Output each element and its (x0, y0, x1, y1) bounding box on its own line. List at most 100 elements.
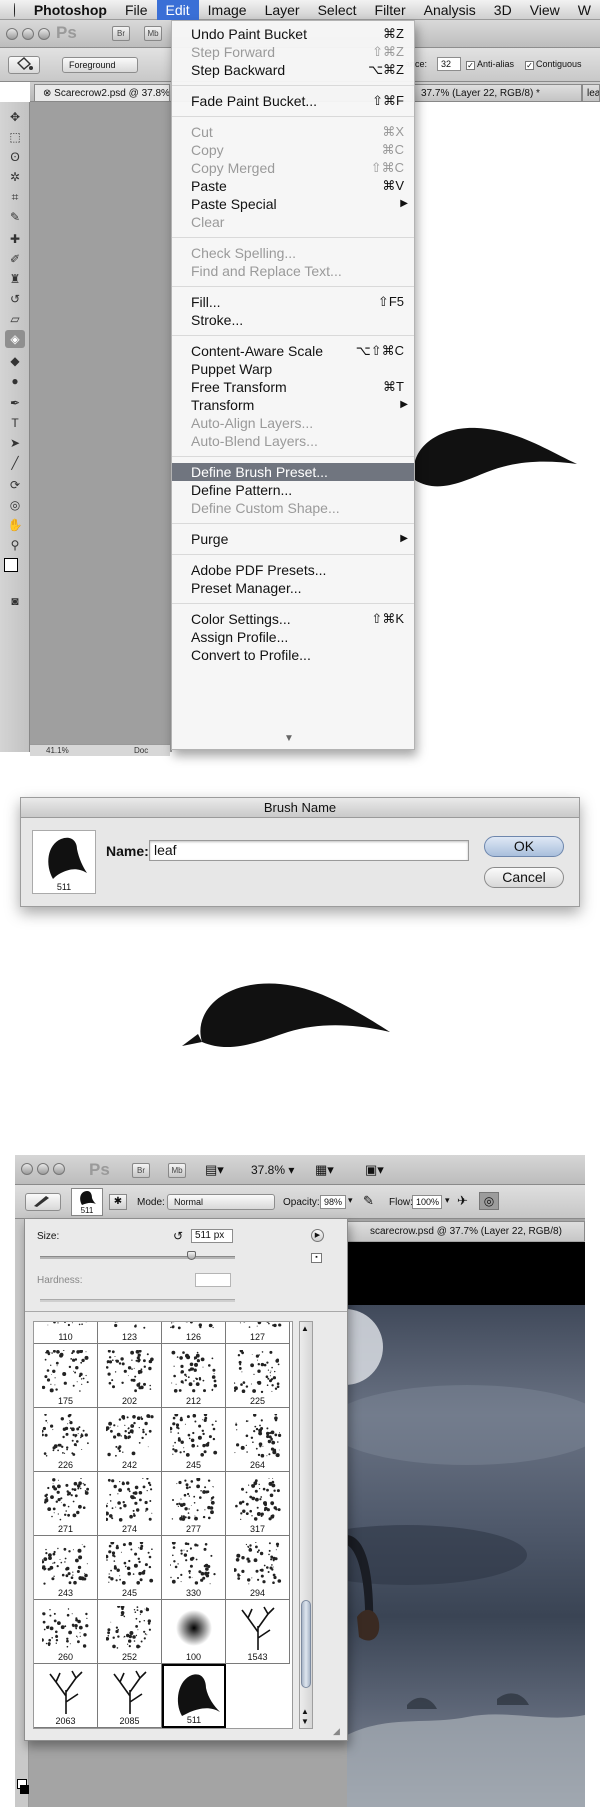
brush-preset-317[interactable]: 317 (226, 1472, 290, 1536)
mini-bridge-button[interactable]: Mb (168, 1163, 186, 1178)
path-select-icon[interactable]: ➤ (5, 434, 25, 452)
hardness-slider[interactable] (40, 1299, 235, 1302)
close-window-button[interactable] (6, 28, 18, 40)
eyedropper-tool-icon[interactable]: ✎ (5, 208, 25, 226)
brush-preset-277[interactable]: 277 (162, 1472, 226, 1536)
flow-dropdown-icon[interactable]: ▾ (445, 1195, 450, 1206)
brush-preset-243[interactable]: 243 (34, 1536, 98, 1600)
scrollbar-thumb[interactable] (301, 1600, 311, 1688)
brush-preset-294[interactable]: 294 (226, 1536, 290, 1600)
ok-button[interactable]: OK (484, 836, 564, 857)
lasso-tool-icon[interactable]: ʘ (5, 148, 25, 166)
3d-orbit-icon[interactable]: ◎ (5, 496, 25, 514)
mini-bridge-button[interactable]: Mb (144, 26, 162, 41)
menu-scroll-down-icon[interactable]: ▼ (284, 733, 294, 744)
menu-file[interactable]: File (116, 0, 157, 20)
menu-item-step-backward[interactable]: Step Backward⌥⌘Z (172, 61, 415, 79)
brush-preset-picker-button[interactable]: 511 (71, 1188, 103, 1216)
type-tool-icon[interactable]: T (5, 414, 25, 432)
quick-mask-icon[interactable]: ◙ (5, 592, 25, 610)
menu-analysis[interactable]: Analysis (415, 0, 485, 20)
menu-window[interactable]: W (569, 0, 600, 20)
background-color-swatch[interactable] (20, 1785, 29, 1794)
tab-scarecrow2[interactable]: ⊗ Scarecrow2.psd @ 37.8% (34, 84, 170, 101)
3d-rotate-icon[interactable]: ⟳ (5, 476, 25, 494)
tool-preset-picker[interactable] (8, 56, 40, 74)
hardness-input[interactable] (195, 1273, 231, 1287)
crop-tool-icon[interactable]: ⌗ (5, 188, 25, 206)
healing-brush-icon[interactable]: ✚ (5, 230, 25, 248)
screen-mode-icon[interactable]: ▣▾ (365, 1162, 384, 1178)
brush-preset-260[interactable]: 260 (34, 1600, 98, 1664)
tab-layer22[interactable]: 37.7% (Layer 22, RGB/8) * (412, 84, 582, 101)
blur-tool-icon[interactable]: ◆ (5, 352, 25, 370)
brush-preset-2085[interactable]: 2085 (98, 1664, 162, 1728)
brush-preset-226[interactable]: 226 (34, 1408, 98, 1472)
menu-item-transform[interactable]: Transform▶ (172, 396, 415, 414)
clone-stamp-icon[interactable]: ♜ (5, 270, 25, 288)
menu-item-adobe-pdf-presets[interactable]: Adobe PDF Presets... (172, 561, 415, 579)
brush-preset-126[interactable]: 126 (162, 1321, 226, 1344)
zoom-window-button[interactable] (38, 28, 50, 40)
menu-item-fade-paint-bucket[interactable]: Fade Paint Bucket...⇧⌘F (172, 92, 415, 110)
brush-preset-264[interactable]: 264 (226, 1408, 290, 1472)
hand-tool-icon[interactable]: ✋ (5, 516, 25, 534)
eraser-tool-icon[interactable]: ▱ (5, 310, 25, 328)
pressure-opacity-icon[interactable]: ✎ (363, 1193, 374, 1209)
menu-filter[interactable]: Filter (366, 0, 415, 20)
marquee-tool-icon[interactable]: ⬚ (5, 128, 25, 146)
airbrush-icon[interactable]: ✈ (457, 1193, 468, 1209)
brush-preset-202[interactable]: 202 (98, 1344, 162, 1408)
scroll-up-icon-bottom[interactable]: ▲ (301, 1707, 309, 1716)
minimize-window-button[interactable] (37, 1163, 49, 1175)
menu-item-free-transform[interactable]: Free Transform⌘T (172, 378, 415, 396)
zoom-level-select[interactable]: 37.8% ▾ (251, 1163, 294, 1177)
menu-item-convert-to-profile[interactable]: Convert to Profile... (172, 646, 415, 664)
brush-preset-245[interactable]: 245 (98, 1536, 162, 1600)
opacity-dropdown-icon[interactable]: ▾ (348, 1195, 353, 1206)
menu-item-undo-paint-bucket[interactable]: Undo Paint Bucket⌘Z (172, 25, 415, 43)
menu-item-stroke[interactable]: Stroke... (172, 311, 415, 329)
brush-preset-225[interactable]: 225 (226, 1344, 290, 1408)
brush-panel-toggle-icon[interactable]: ✱ (109, 1194, 127, 1210)
menu-edit[interactable]: Edit (157, 0, 199, 20)
menu-item-content-aware-scale[interactable]: Content-Aware Scale⌥⇧⌘C (172, 342, 415, 360)
pressure-size-icon[interactable]: ◎ (479, 1192, 499, 1210)
size-slider-thumb[interactable] (187, 1251, 196, 1260)
brush-preset-274[interactable]: 274 (98, 1472, 162, 1536)
brush-preset-123[interactable]: 123 (98, 1321, 162, 1344)
fill-source-select[interactable]: Foreground (62, 57, 138, 73)
brush-preset-100[interactable]: 100 (162, 1600, 226, 1664)
brush-preset-252[interactable]: 252 (98, 1600, 162, 1664)
brush-preset-110[interactable]: 110 (34, 1321, 98, 1344)
color-swatches[interactable] (4, 558, 26, 582)
brush-preset-271[interactable]: 271 (34, 1472, 98, 1536)
tab-close-icon[interactable]: ⊗ (43, 88, 54, 99)
arrange-documents-icon[interactable]: ▦▾ (315, 1162, 334, 1178)
history-brush-icon[interactable]: ↺ (5, 290, 25, 308)
resize-grip-icon[interactable]: ◢ (333, 1726, 340, 1737)
opacity-input[interactable]: 98% (320, 1195, 346, 1209)
brush-tool-icon[interactable]: ✐ (5, 250, 25, 268)
size-slider[interactable] (40, 1256, 235, 1259)
menu-item-define-brush-preset[interactable]: Define Brush Preset... (172, 463, 415, 481)
menu-select[interactable]: Select (309, 0, 366, 20)
tab-scarecrow[interactable]: scarecrow.psd @ 37.7% (Layer 22, RGB/8) (347, 1221, 585, 1241)
brush-preset-511[interactable]: 511 (162, 1664, 226, 1728)
move-tool-icon[interactable]: ✥ (5, 108, 25, 126)
menu-app-photoshop[interactable]: Photoshop (25, 0, 116, 20)
zoom-window-button[interactable] (53, 1163, 65, 1175)
dodge-tool-icon[interactable]: ● (5, 372, 25, 390)
brush-preset-2063[interactable]: 2063 (34, 1664, 98, 1728)
brush-preset-212[interactable]: 212 (162, 1344, 226, 1408)
contiguous-checkbox[interactable]: ✓Contiguous (525, 59, 582, 70)
menu-item-puppet-warp[interactable]: Puppet Warp (172, 360, 415, 378)
menu-3d[interactable]: 3D (485, 0, 521, 20)
tolerance-input[interactable]: 32 (437, 57, 461, 71)
tool-preset-picker[interactable] (25, 1193, 61, 1211)
blend-mode-select[interactable]: Normal (167, 1194, 275, 1210)
menu-layer[interactable]: Layer (256, 0, 309, 20)
zoom-tool-icon[interactable]: ⚲ (5, 536, 25, 554)
tab-leaf[interactable]: leaf. (582, 84, 600, 101)
minimize-window-button[interactable] (22, 28, 34, 40)
